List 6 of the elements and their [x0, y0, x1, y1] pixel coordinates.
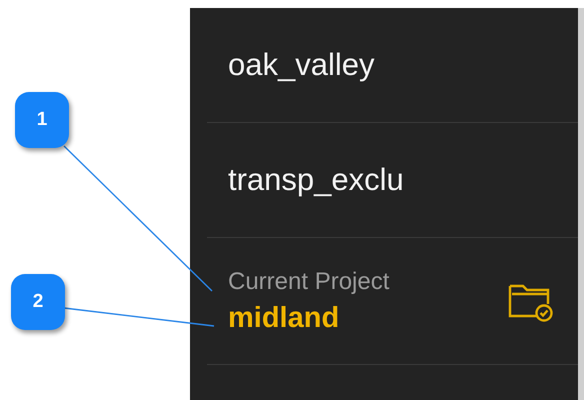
project-name[interactable]: oak_valley — [228, 47, 374, 83]
current-project-label: Current Project — [228, 268, 390, 296]
project-name[interactable]: transp_exclu — [228, 162, 404, 198]
callout-badge: 1 — [15, 92, 69, 148]
callout-badge: 2 — [11, 274, 65, 330]
current-project-name: midland — [228, 302, 340, 334]
